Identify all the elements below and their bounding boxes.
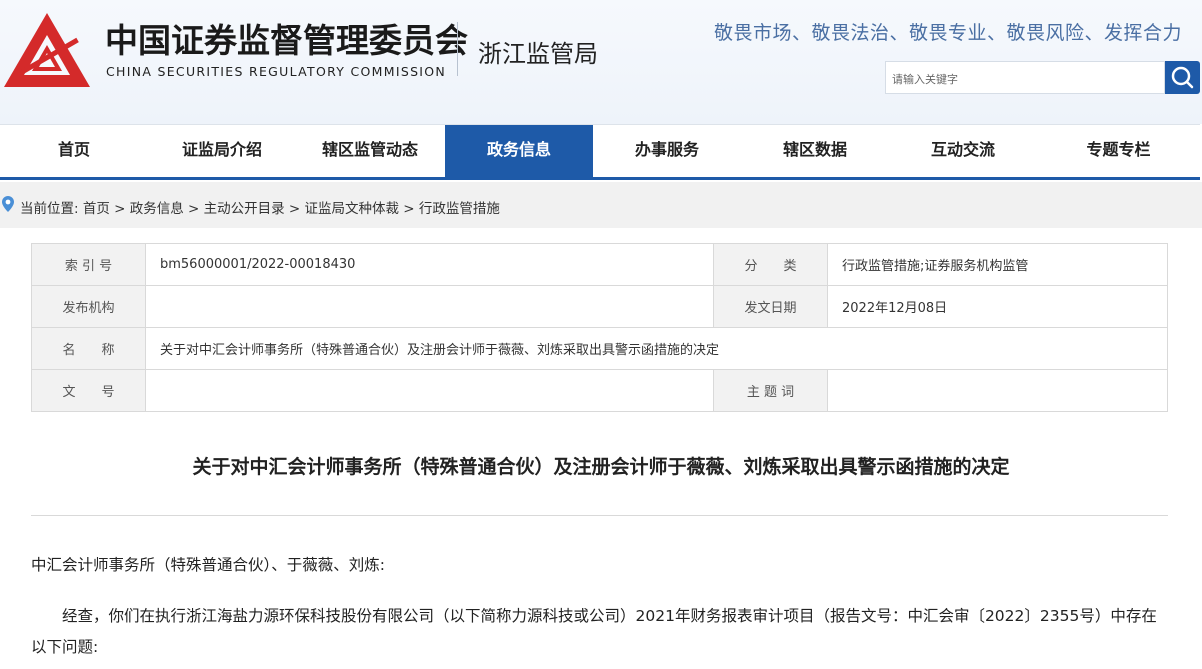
meta-value-category: 行政监管措施;证券服务机构监管 [827,243,1168,286]
meta-value-index: bm56000001/2022-00018430 [145,243,714,286]
search-button[interactable] [1165,61,1200,94]
search-placeholder: 请输入关键字 [892,73,958,86]
meta-value-issuer [145,285,714,328]
meta-label-subject: 主 题 词 [713,369,828,412]
nav-special-topics[interactable]: 专题专栏 [1037,125,1200,177]
meta-label-category: 分 类 [713,243,828,286]
meta-value-name: 关于对中汇会计师事务所（特殊普通合伙）及注册会计师于薇薇、刘炼采取出具警示函措施… [145,327,1168,370]
nav-home[interactable]: 首页 [0,125,148,177]
article-title: 关于对中汇会计师事务所（特殊普通合伙）及注册会计师于薇薇、刘炼采取出具警示函措施… [192,456,1010,478]
meta-value-date: 2022年12月08日 [827,285,1168,328]
slogan: 敬畏市场、敬畏法治、敬畏专业、敬畏风险、发挥合力 [713,22,1182,44]
meta-value-docno [145,369,714,412]
nav-interaction[interactable]: 互动交流 [889,125,1037,177]
bureau-name: 浙江监管局 [478,40,598,68]
meta-label-name: 名 称 [31,327,146,370]
nav-bureau-intro[interactable]: 证监局介绍 [148,125,296,177]
article-paragraph: 经查，你们在执行浙江海盐力源环保科技股份有限公司（以下简称力源科技或公司）202… [31,607,1157,656]
breadcrumb: 当前位置: 首页 > 政务信息 > 主动公开目录 > 证监局文种体裁 > 行政监… [0,182,1202,228]
meta-label-issuer: 发布机构 [31,285,146,328]
meta-value-subject [827,369,1168,412]
article-salutation: 中汇会计师事务所（特殊普通合伙）、于薇薇、刘炼: [31,556,385,574]
meta-label-date: 发文日期 [713,285,828,328]
location-pin-icon [2,196,14,212]
meta-label-docno: 文 号 [31,369,146,412]
nav-services[interactable]: 办事服务 [593,125,741,177]
nav-gov-info[interactable]: 政务信息 [445,125,593,177]
meta-label-index: 索 引 号 [31,243,146,286]
document-meta-table: 索 引 号 bm56000001/2022-00018430 分 类 行政监管措… [31,243,1168,412]
main-nav: 首页 证监局介绍 辖区监管动态 政务信息 办事服务 辖区数据 互动交流 专题专栏 [0,124,1200,180]
breadcrumb-text[interactable]: 当前位置: 首页 > 政务信息 > 主动公开目录 > 证监局文种体裁 > 行政监… [20,197,500,217]
org-name-en: CHINA SECURITIES REGULATORY COMMISSION [106,64,447,79]
search-icon [1171,66,1194,89]
header-divider [457,22,458,76]
org-name-cn: 中国证券监督管理委员会 [105,21,468,60]
nav-regional-data[interactable]: 辖区数据 [741,125,889,177]
csrc-logo-icon [4,13,90,87]
search-input[interactable]: 请输入关键字 [885,61,1165,94]
title-divider [31,515,1168,516]
nav-regional-news[interactable]: 辖区监管动态 [296,125,444,177]
site-header: 中国证券监督管理委员会 CHINA SECURITIES REGULATORY … [0,0,1202,124]
